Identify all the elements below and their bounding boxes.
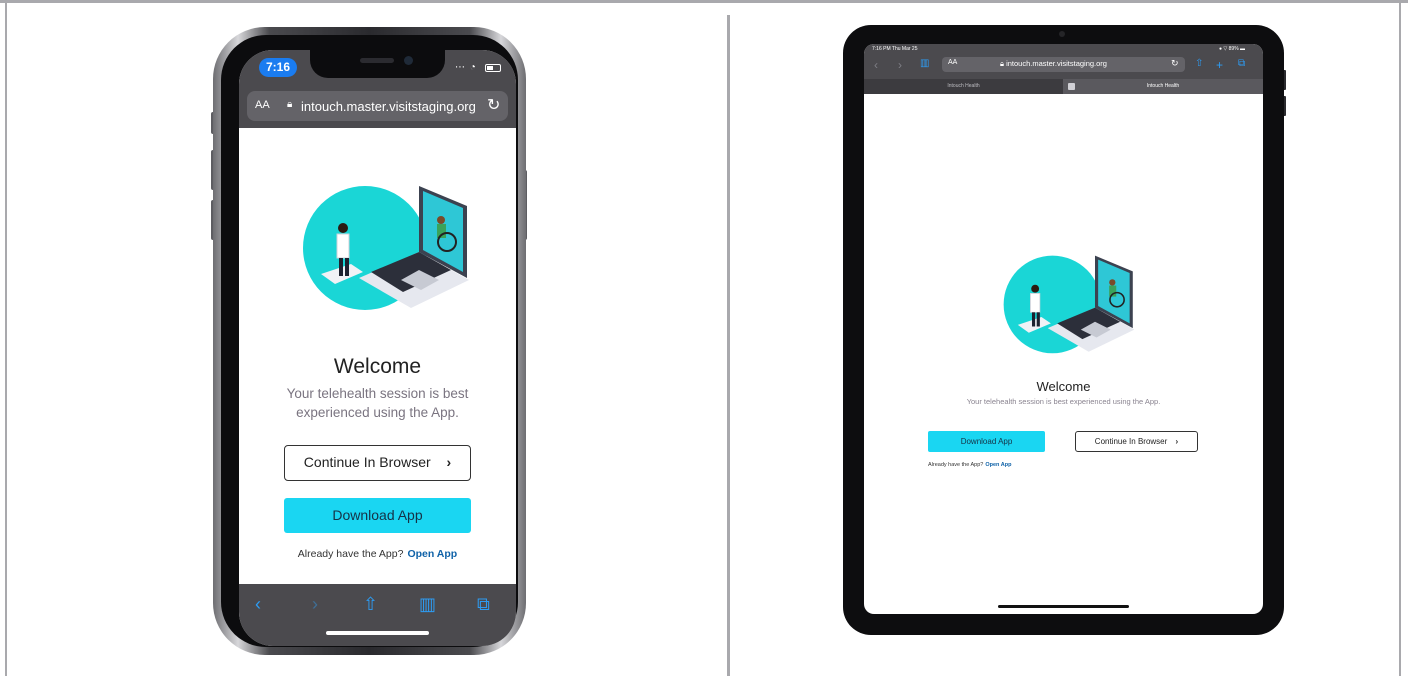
tab-intouch-health-1[interactable]: Intouch Health [864,79,1063,94]
telehealth-illustration [1003,255,1135,354]
url-text[interactable]: intouch.master.visitstaging.org [301,99,476,114]
home-indicator [326,631,429,635]
chevron-right-icon: › [446,454,452,470]
tablet-status-icons: ● ▽ 89% ▬ [1219,46,1246,52]
download-app-button[interactable]: Download App [284,498,471,533]
reader-text-size-button[interactable]: AA [948,59,957,66]
tablet-device: 7:16 PM Thu Mar 25 ● ▽ 89% ▬ ‹ › ▥ AA 🔒︎… [843,25,1284,635]
battery-icon [485,64,501,72]
welcome-heading: Welcome [1036,379,1091,394]
back-icon[interactable]: ‹ [874,58,878,72]
continue-in-browser-button[interactable]: Continue In Browser › [284,445,471,481]
url-label: intouch.master.visitstaging.org [1006,59,1107,68]
tablet-status-time: 7:16 PM Thu Mar 25 [872,46,918,52]
phone-status-bar: 7:16 ⋯ ◔ [239,50,516,88]
welcome-subtitle: Your telehealth session is best experien… [286,386,469,420]
already-have-app-line: Already have the App? Open App [928,462,1011,468]
tab-intouch-health-2[interactable]: Intouch Health [1063,79,1263,94]
forward-icon[interactable]: › [898,58,902,72]
wifi-icon: ⋯ ◔ [455,62,477,73]
frame-left-border [5,0,7,676]
phone-toolbar: ‹ › ⇧ ▥ ⧉ [239,584,516,646]
already-have-app-text: Already have the App? [928,462,984,468]
frame-right-border [1399,0,1401,676]
download-app-button[interactable]: Download App [928,431,1045,452]
bookmarks-icon[interactable]: ▥ [419,594,436,615]
phone-address-bar[interactable]: AA 🔒︎ intouch.master.visitstaging.org ↻ [247,91,508,121]
back-icon[interactable]: ‹ [255,594,261,615]
welcome-heading: Welcome [333,355,422,378]
open-app-link[interactable]: Open App [985,462,1011,468]
continue-in-browser-button[interactable]: Continue In Browser › [1075,431,1198,452]
frame-top-border [0,0,1408,3]
welcome-subtitle: Your telehealth session is best experien… [966,397,1161,406]
already-have-app-text: Already have the App? [297,548,404,560]
phone-device: 7:16 ⋯ ◔ AA 🔒︎ intouch.master.visitstagi… [213,27,526,655]
tabs-icon[interactable]: ⧉ [1238,58,1245,69]
tablet-address-bar[interactable]: AA 🔒︎ intouch.master.visitstaging.org ↻ [942,57,1185,72]
bookmarks-icon[interactable]: ▥ [920,58,929,69]
tablet-screen: 7:16 PM Thu Mar 25 ● ▽ 89% ▬ ‹ › ▥ AA 🔒︎… [864,44,1263,614]
reload-icon[interactable]: ↻ [487,95,500,115]
phone-address-area: AA 🔒︎ intouch.master.visitstaging.org ↻ [239,88,516,128]
speaker-grille [360,58,394,63]
reader-text-size-button[interactable]: AA [255,99,270,111]
open-app-link[interactable]: Open App [407,548,457,560]
close-icon[interactable] [1068,83,1075,90]
lock-icon: 🔒︎ [287,99,293,110]
share-icon[interactable]: ⇧ [363,594,378,615]
continue-label: Continue In Browser [303,454,431,470]
frame-divider [727,15,730,676]
phone-bezel: 7:16 ⋯ ◔ AA 🔒︎ intouch.master.visitstagi… [221,35,518,647]
tablet-front-camera [1059,31,1065,37]
already-have-app-line: Already have the App? Open App [239,548,516,560]
tabs-icon[interactable]: ⧉ [477,594,490,615]
telehealth-illustration [303,186,469,310]
tab-label: Intouch Health [1146,83,1180,89]
plus-icon[interactable]: + [1216,58,1223,72]
tablet-browser-chrome: 7:16 PM Thu Mar 25 ● ▽ 89% ▬ ‹ › ▥ AA 🔒︎… [864,44,1263,94]
phone-screen: 7:16 ⋯ ◔ AA 🔒︎ intouch.master.visitstagi… [239,50,516,646]
tablet-tab-strip: Intouch Health Intouch Health [864,79,1263,94]
home-indicator [998,605,1129,608]
reload-icon[interactable]: ↻ [1171,58,1179,69]
phone-time: 7:16 [259,58,297,77]
continue-label: Continue In Browser [1094,437,1168,446]
forward-icon[interactable]: › [312,594,318,615]
share-icon[interactable]: ⇧ [1195,58,1203,69]
chevron-right-icon: › [1175,437,1179,446]
phone-notch [310,50,445,78]
front-camera [404,56,413,65]
url-text[interactable]: 🔒︎ intouch.master.visitstaging.org [1000,59,1180,69]
